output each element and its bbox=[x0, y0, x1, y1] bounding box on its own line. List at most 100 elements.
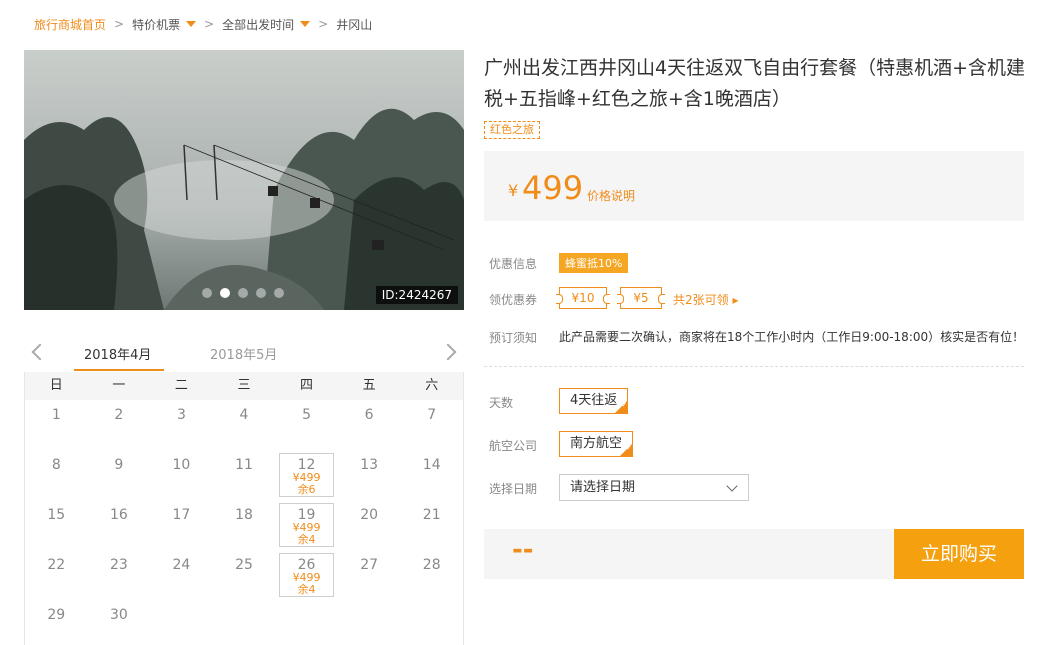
day-number: 21 bbox=[422, 507, 441, 523]
date-select-placeholder: 请选择日期 bbox=[570, 480, 636, 495]
weekday-label: 六 bbox=[425, 378, 439, 393]
day-stock: 余4 bbox=[297, 583, 316, 596]
calendar-day-available[interactable]: 12 ¥499 余6 bbox=[279, 453, 334, 497]
coupon-claim-link[interactable]: 共2张可领 ▸ bbox=[673, 291, 738, 308]
day-number: 9 bbox=[114, 457, 124, 473]
coupon-5[interactable]: ¥5 bbox=[617, 287, 665, 309]
day-number: 25 bbox=[235, 557, 253, 573]
date-label: 选择日期 bbox=[489, 482, 538, 496]
day-number: 7 bbox=[427, 407, 437, 423]
weekday-label: 二 bbox=[174, 378, 188, 393]
weekday-header: 日 一 二 三 四 五 六 bbox=[25, 372, 463, 400]
carousel-dot[interactable] bbox=[256, 288, 266, 298]
product-image-carousel[interactable]: ID:2424267 bbox=[24, 50, 464, 310]
calendar-day: 9 bbox=[88, 450, 151, 500]
chevron-down-icon bbox=[726, 480, 738, 492]
coupon-10[interactable]: ¥10 bbox=[556, 287, 610, 309]
calendar-day: 16 bbox=[88, 500, 151, 550]
days-option-label: 4天往返 bbox=[570, 393, 618, 408]
day-number: 18 bbox=[235, 507, 253, 523]
calendar-day: 18 bbox=[213, 500, 276, 550]
calendar-day: 5 bbox=[275, 400, 338, 450]
breadcrumb-item-flights[interactable]: 特价机票 bbox=[132, 16, 197, 33]
check-corner-icon bbox=[620, 444, 633, 456]
product-title: 广州出发江西井冈山4天往返双飞自由行套餐（特惠机酒+含机建税+五指峰+红色之旅+… bbox=[484, 57, 1026, 110]
day-number: 22 bbox=[47, 557, 66, 573]
day-number: 1 bbox=[51, 407, 61, 423]
caret-down-icon bbox=[300, 21, 311, 27]
breadcrumb-separator: > bbox=[318, 17, 329, 31]
day-number: 27 bbox=[360, 557, 379, 573]
day-number: 14 bbox=[422, 457, 441, 473]
days-option-selected[interactable]: 4天往返 bbox=[559, 388, 629, 414]
day-number: 17 bbox=[172, 507, 191, 523]
coupon-label: 领优惠券 bbox=[489, 293, 538, 307]
calendar-day: 17 bbox=[150, 500, 213, 550]
day-number: 20 bbox=[360, 507, 379, 523]
calendar-day: 13 bbox=[338, 450, 401, 500]
breadcrumb-separator: > bbox=[204, 17, 215, 31]
tab-may[interactable]: 2018年5月 bbox=[210, 344, 277, 363]
carousel-dots bbox=[202, 288, 284, 298]
breadcrumb-home-link[interactable]: 旅行商城首页 bbox=[34, 16, 106, 33]
calendar-day: 23 bbox=[88, 550, 151, 600]
day-number: 30 bbox=[109, 607, 128, 623]
chevron-right-icon[interactable] bbox=[439, 343, 457, 361]
day-number: 15 bbox=[47, 507, 66, 523]
active-tab-underline bbox=[74, 369, 164, 371]
calendar-day: 30 bbox=[88, 600, 151, 645]
check-corner-icon bbox=[615, 401, 628, 413]
day-number: 6 bbox=[364, 407, 374, 423]
calendar-day: 8 bbox=[25, 450, 88, 500]
breadcrumb-separator: > bbox=[114, 17, 125, 31]
calendar-day: 15 bbox=[25, 500, 88, 550]
day-number: 11 bbox=[235, 457, 253, 473]
day-number: 12 bbox=[297, 457, 316, 473]
breadcrumb-item-departure-time[interactable]: 全部出发时间 bbox=[222, 16, 311, 33]
calendar-day: 25 bbox=[213, 550, 276, 600]
calendar-day: 4 bbox=[213, 400, 276, 450]
carousel-dot[interactable] bbox=[238, 288, 248, 298]
carousel-dot-active[interactable] bbox=[220, 288, 230, 298]
day-number: 19 bbox=[297, 507, 316, 523]
price-value: 499 bbox=[522, 169, 584, 207]
divider bbox=[484, 366, 1024, 367]
buy-now-button[interactable]: 立即购买 bbox=[894, 529, 1024, 579]
day-number: 4 bbox=[239, 407, 249, 423]
calendar-day: 21 bbox=[400, 500, 463, 550]
weekday-label: 四 bbox=[300, 378, 314, 393]
promo-badge: 蜂蜜抵10% bbox=[559, 253, 629, 273]
day-number: 2 bbox=[114, 407, 124, 423]
date-select[interactable]: 请选择日期 bbox=[559, 474, 749, 501]
calendar-day: 11 bbox=[213, 450, 276, 500]
breadcrumb-item-label: 全部出发时间 bbox=[222, 17, 295, 32]
calendar-day: 7 bbox=[400, 400, 463, 450]
airline-label: 航空公司 bbox=[489, 439, 538, 453]
breadcrumb-item-label: 特价机票 bbox=[132, 17, 181, 32]
price-note-link[interactable]: 价格说明 bbox=[587, 187, 635, 204]
tab-april[interactable]: 2018年4月 bbox=[84, 344, 151, 363]
calendar-day: 24 bbox=[150, 550, 213, 600]
notice-label: 预订须知 bbox=[489, 331, 538, 345]
day-number: 10 bbox=[172, 457, 191, 473]
promo-label: 优惠信息 bbox=[489, 257, 538, 271]
calendar-header: 2018年4月 2018年5月 bbox=[24, 336, 464, 372]
carousel-dot[interactable] bbox=[274, 288, 284, 298]
day-number: 8 bbox=[51, 457, 61, 473]
airline-option-selected[interactable]: 南方航空 bbox=[559, 431, 634, 457]
day-number: 5 bbox=[302, 407, 312, 423]
airline-option-label: 南方航空 bbox=[570, 436, 623, 451]
chevron-left-icon[interactable] bbox=[31, 343, 49, 361]
calendar-days-grid: 1 2 3 4 5 6 7 8 9 10 11 12 ¥499 余6 13 14 15 16 17 18 19 ¥499 余… bbox=[25, 400, 463, 645]
calendar-day-available[interactable]: 26 ¥499 余4 bbox=[279, 553, 334, 597]
weekday-label: 三 bbox=[237, 378, 251, 393]
caret-down-icon bbox=[186, 21, 197, 27]
calendar-day-available[interactable]: 19 ¥499 余4 bbox=[279, 503, 334, 547]
day-number: 29 bbox=[47, 607, 66, 623]
day-number: 26 bbox=[297, 557, 316, 573]
carousel-dot[interactable] bbox=[202, 288, 212, 298]
buy-bar: -- 立即购买 bbox=[484, 529, 1024, 579]
day-number: 24 bbox=[172, 557, 191, 573]
calendar-day: 29 bbox=[25, 600, 88, 645]
breadcrumb: 旅行商城首页 > 特价机票 > 全部出发时间 > 井冈山 bbox=[34, 14, 372, 34]
